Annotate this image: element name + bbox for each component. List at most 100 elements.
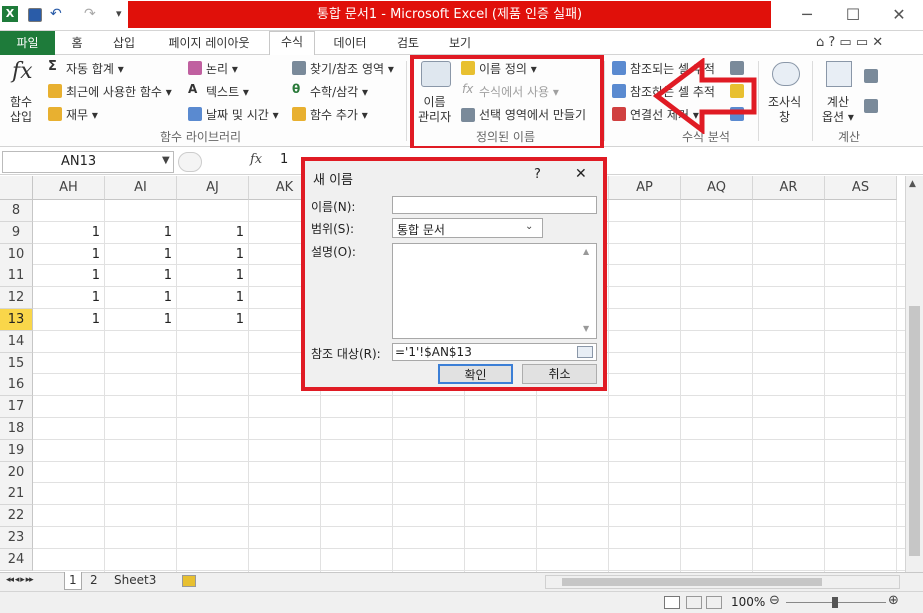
cell[interactable]: 1 [184, 222, 244, 244]
sheet-tab-1[interactable]: 1 [64, 572, 82, 590]
row-header[interactable]: 11 [0, 265, 33, 287]
row-header[interactable]: 22 [0, 505, 33, 527]
dialog-close-button[interactable]: ✕ [575, 166, 587, 182]
text-button[interactable]: 텍스트 ▾ [206, 83, 249, 100]
more-functions-button[interactable]: 함수 추가 ▾ [310, 106, 368, 123]
cell[interactable]: 1 [112, 287, 172, 309]
cell[interactable]: 1 [112, 265, 172, 287]
row-header[interactable]: 17 [0, 396, 33, 418]
cell[interactable]: 1 [40, 265, 100, 287]
normal-view-icon[interactable] [664, 596, 680, 609]
tab-formulas[interactable]: 수식 [269, 31, 315, 56]
cell[interactable]: 1 [40, 309, 100, 331]
autosum-button[interactable]: 자동 합계 ▾ [66, 60, 124, 77]
insert-function-button[interactable]: 함수 삽입 [10, 95, 32, 125]
row-header[interactable]: 14 [0, 331, 33, 353]
cell[interactable]: 1 [40, 244, 100, 266]
ok-button[interactable]: 확인 [438, 364, 513, 384]
tab-page-layout[interactable]: 페이지 레이아웃 [156, 33, 262, 55]
name-input[interactable] [392, 196, 597, 214]
row-header[interactable]: 20 [0, 462, 33, 484]
scope-select[interactable]: 통합 문서 ⌄ [392, 218, 543, 238]
select-all-corner[interactable] [0, 176, 33, 200]
calc-sheet-icon[interactable] [864, 99, 878, 113]
recent-functions-button[interactable]: 최근에 사용한 함수 ▾ [66, 83, 172, 100]
lookup-button[interactable]: 찾기/참조 영역 ▾ [310, 60, 394, 77]
financial-button[interactable]: 재무 ▾ [66, 106, 98, 123]
redo-icon[interactable]: ↷ [84, 6, 96, 22]
page-layout-view-icon[interactable] [686, 596, 702, 609]
horizontal-scrollbar[interactable] [545, 575, 900, 589]
tab-review[interactable]: 검토 [388, 33, 428, 55]
row-header[interactable]: 12 [0, 287, 33, 309]
maximize-button[interactable]: ☐ [830, 4, 876, 26]
undo-icon[interactable]: ↶ [50, 6, 62, 22]
scroll-up-icon[interactable]: ▲ [909, 179, 916, 189]
scroll-thumb[interactable] [909, 306, 920, 556]
tab-insert[interactable]: 삽입 [104, 33, 144, 55]
row-header[interactable]: 15 [0, 353, 33, 375]
zoom-slider-thumb[interactable] [832, 597, 838, 608]
page-break-view-icon[interactable] [706, 596, 722, 609]
tab-view[interactable]: 보기 [440, 33, 480, 55]
name-box[interactable]: AN13 [2, 151, 174, 173]
row-header[interactable]: 21 [0, 483, 33, 505]
watch-window-button[interactable]: 조사식 창 [768, 95, 801, 125]
row-header[interactable]: 8 [0, 200, 33, 222]
row-header[interactable]: 23 [0, 527, 33, 549]
formula-input[interactable]: 1 [280, 152, 288, 167]
qat-customize-icon[interactable]: ▾ [116, 7, 122, 20]
sheet-tab-sheet3[interactable]: Sheet3 [110, 572, 160, 590]
comment-textarea[interactable]: ▲ ▼ [392, 243, 597, 339]
logical-button[interactable]: 논리 ▾ [206, 60, 238, 77]
new-sheet-icon[interactable] [182, 575, 196, 587]
name-box-dropdown-icon[interactable]: ▼ [162, 155, 170, 166]
scope-dropdown-icon[interactable]: ⌄ [525, 221, 533, 232]
column-header[interactable]: AS [825, 176, 897, 200]
minimize-button[interactable]: ─ [784, 4, 830, 26]
tab-home[interactable]: 홈 [62, 33, 92, 55]
formula-bar-splitter[interactable] [178, 152, 202, 172]
tab-file[interactable]: 파일 [0, 31, 55, 55]
column-header[interactable]: AI [105, 176, 177, 200]
cell[interactable]: 1 [184, 309, 244, 331]
help-button[interactable]: ? [534, 167, 541, 182]
cell[interactable]: 1 [112, 244, 172, 266]
comment-scroll-down-icon[interactable]: ▼ [583, 324, 589, 333]
hscroll-thumb[interactable] [562, 578, 822, 586]
excel-app-icon[interactable]: X [2, 6, 18, 22]
tab-data[interactable]: 데이터 [326, 33, 374, 55]
cell[interactable]: 1 [112, 309, 172, 331]
datetime-button[interactable]: 날짜 및 시간 ▾ [206, 106, 279, 123]
refers-to-input[interactable]: ='1'!$AN$13 [392, 343, 597, 361]
row-header[interactable]: 13 [0, 309, 33, 331]
ribbon-window-controls[interactable]: ⌂ ? ▭ ▭ ✕ [816, 35, 883, 50]
sheet-nav-buttons[interactable]: ◂◂ ◂ ▸ ▸▸ [2, 572, 37, 590]
row-header[interactable]: 10 [0, 244, 33, 266]
cell[interactable]: 1 [40, 287, 100, 309]
zoom-in-icon[interactable]: ⊕ [888, 593, 899, 608]
column-header[interactable]: AJ [177, 176, 249, 200]
cell[interactable]: 1 [184, 287, 244, 309]
math-button[interactable]: 수학/삼각 ▾ [310, 83, 368, 100]
cell[interactable]: 1 [184, 265, 244, 287]
column-header[interactable]: AP [609, 176, 681, 200]
row-header[interactable]: 16 [0, 374, 33, 396]
sheet-tab-2[interactable]: 2 [86, 572, 102, 590]
row-header[interactable]: 18 [0, 418, 33, 440]
insert-function-fx-icon[interactable]: fx [250, 152, 262, 167]
zoom-out-icon[interactable]: ⊖ [769, 593, 780, 608]
cell[interactable]: 1 [40, 222, 100, 244]
row-header[interactable]: 24 [0, 549, 33, 571]
zoom-level[interactable]: 100% [731, 595, 765, 609]
comment-scroll-up-icon[interactable]: ▲ [583, 247, 589, 256]
zoom-slider[interactable] [786, 597, 886, 608]
column-header[interactable]: AQ [681, 176, 753, 200]
cell[interactable]: 1 [112, 222, 172, 244]
calc-now-icon[interactable] [864, 69, 878, 83]
vertical-scrollbar[interactable]: ▲ [905, 176, 923, 572]
calc-options-button[interactable]: 계산 옵션 ▾ [822, 95, 854, 125]
column-header[interactable]: AR [753, 176, 825, 200]
row-header[interactable]: 9 [0, 222, 33, 244]
cell[interactable]: 1 [184, 244, 244, 266]
